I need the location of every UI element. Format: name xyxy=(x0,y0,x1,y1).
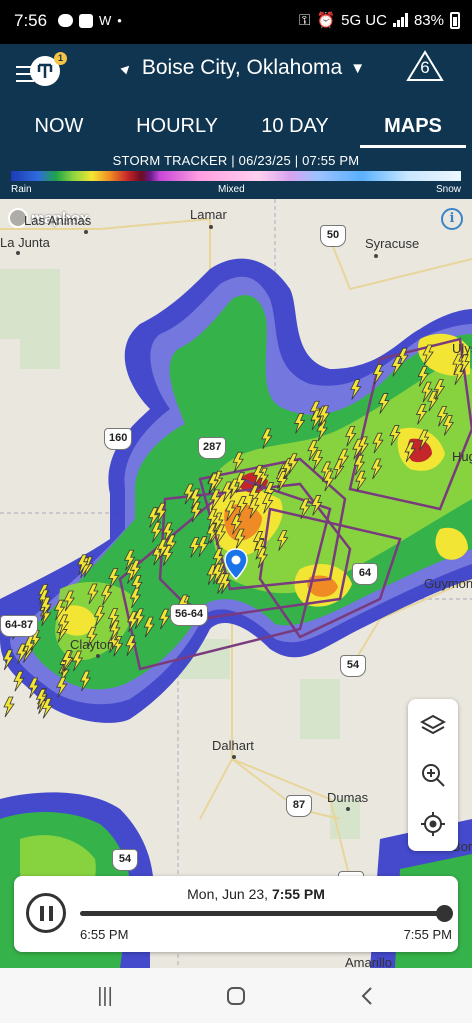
radar-legend: STORM TRACKER | 06/23/25 | 07:55 PM Rain… xyxy=(0,148,472,199)
location-arrow-icon: ▲ xyxy=(116,57,138,79)
playback-timestamp: Mon, Jun 23, 7:55 PM xyxy=(187,886,325,902)
city-label: La Junta xyxy=(0,235,50,250)
highway-shield: 160 xyxy=(104,428,133,450)
menu-button[interactable]: 1 xyxy=(16,52,72,96)
network-label: 5G UC xyxy=(341,11,387,29)
my-location-button[interactable] xyxy=(408,799,458,849)
system-nav-bar: ||| xyxy=(0,968,472,1023)
crosshair-icon xyxy=(421,812,445,836)
logo-badge: 1 xyxy=(54,52,67,65)
dot-icon: • xyxy=(117,13,122,28)
legend-label-snow: Snow xyxy=(435,184,461,195)
zoom-in-icon xyxy=(422,764,445,787)
highway-shield: 87 xyxy=(286,795,312,817)
zoom-in-button[interactable] xyxy=(408,750,458,800)
legend-color-bar xyxy=(11,171,461,181)
highway-shield: 287 xyxy=(198,437,227,459)
alert-count: 6 xyxy=(420,58,430,77)
highway-shield: 64-87 xyxy=(0,615,39,637)
radar-map[interactable]: mapbox i Lamar Las Animas La Junta Syrac… xyxy=(0,199,472,968)
recent-apps-button[interactable]: ||| xyxy=(75,980,135,1012)
highway-shield: 50 xyxy=(320,225,346,247)
highway-shield: 54 xyxy=(340,655,366,677)
location-selector[interactable]: ▲ Boise City, Oklahoma ▼ xyxy=(116,56,366,80)
status-time: 7:56 xyxy=(14,11,48,30)
tab-bar: NOW HOURLY 10 DAY MAPS xyxy=(0,104,472,148)
legend-label-mixed: Mixed xyxy=(218,184,245,195)
highway-shield: 54 xyxy=(112,849,138,871)
city-dot xyxy=(84,230,88,234)
city-label: Amarillo xyxy=(345,955,392,968)
notification-icons: W • xyxy=(58,13,122,28)
key-icon: ⚿ xyxy=(299,11,311,29)
alarm-icon: ⏰ xyxy=(316,12,336,29)
location-name: Boise City, Oklahoma xyxy=(141,56,343,79)
tab-10-day[interactable]: 10 DAY xyxy=(236,104,354,148)
city-label: Las Animas xyxy=(24,213,92,228)
legend-title: STORM TRACKER | 06/23/25 | 07:55 PM xyxy=(112,153,360,168)
app-bar: 1 ▲ Boise City, Oklahoma ▼ 6 NOW HOURLY … xyxy=(0,44,472,148)
playback-start-time: 6:55 PM xyxy=(80,927,129,942)
playback-slider-handle[interactable] xyxy=(436,905,453,922)
status-right: ⚿ ⏰ 5G UC 83% xyxy=(299,11,460,29)
w-icon: W xyxy=(99,13,112,28)
city-dot xyxy=(96,654,100,658)
city-dot xyxy=(209,225,213,229)
radar-layer xyxy=(0,199,472,968)
city-dot xyxy=(232,755,236,759)
tab-maps[interactable]: MAPS xyxy=(354,104,472,148)
battery-icon xyxy=(450,11,460,29)
playback-slider[interactable] xyxy=(80,911,444,916)
layers-icon xyxy=(419,714,447,735)
city-label: Guymon xyxy=(424,576,472,591)
pause-button[interactable] xyxy=(26,893,66,933)
city-dot xyxy=(16,251,20,255)
city-label: Clayton xyxy=(70,637,115,652)
city-label: Dumas xyxy=(327,790,369,805)
lightning-bolt-icon xyxy=(3,696,15,718)
highway-shield: 64 xyxy=(352,563,378,585)
signal-icon xyxy=(392,13,408,27)
tab-hourly[interactable]: HOURLY xyxy=(118,104,236,148)
city-label: Hugoton xyxy=(452,449,472,464)
tab-now[interactable]: NOW xyxy=(0,104,118,148)
city-dot xyxy=(374,254,378,258)
city-label: Dalhart xyxy=(212,738,254,753)
home-button[interactable] xyxy=(206,980,266,1012)
alerts-button[interactable]: 6 xyxy=(406,50,444,82)
city-label: Syracuse xyxy=(365,236,420,251)
chevron-down-icon: ▼ xyxy=(350,59,366,77)
pause-icon xyxy=(40,906,44,921)
playback-panel: Mon, Jun 23, 7:55 PM 6:55 PM 7:55 PM xyxy=(14,876,458,952)
back-button[interactable] xyxy=(338,980,398,1012)
battery-label: 83% xyxy=(413,11,444,29)
city-label: Lamar xyxy=(190,207,227,222)
messages-icon xyxy=(58,14,73,27)
info-icon[interactable]: i xyxy=(441,208,463,230)
highway-shield: 56-64 xyxy=(170,604,209,626)
city-dot xyxy=(346,807,350,811)
map-controls xyxy=(408,699,458,851)
home-icon xyxy=(227,987,245,1005)
layers-button[interactable] xyxy=(408,701,458,751)
status-bar: 7:56 W • ⚿ ⏰ 5G UC 83% xyxy=(0,0,472,44)
location-pin-icon xyxy=(224,548,248,580)
gallery-icon xyxy=(79,13,93,28)
city-label: Ulysses xyxy=(452,341,472,356)
legend-label-rain: Rain xyxy=(11,184,32,195)
back-icon xyxy=(361,987,372,1005)
playback-end-time: 7:55 PM xyxy=(403,927,452,942)
